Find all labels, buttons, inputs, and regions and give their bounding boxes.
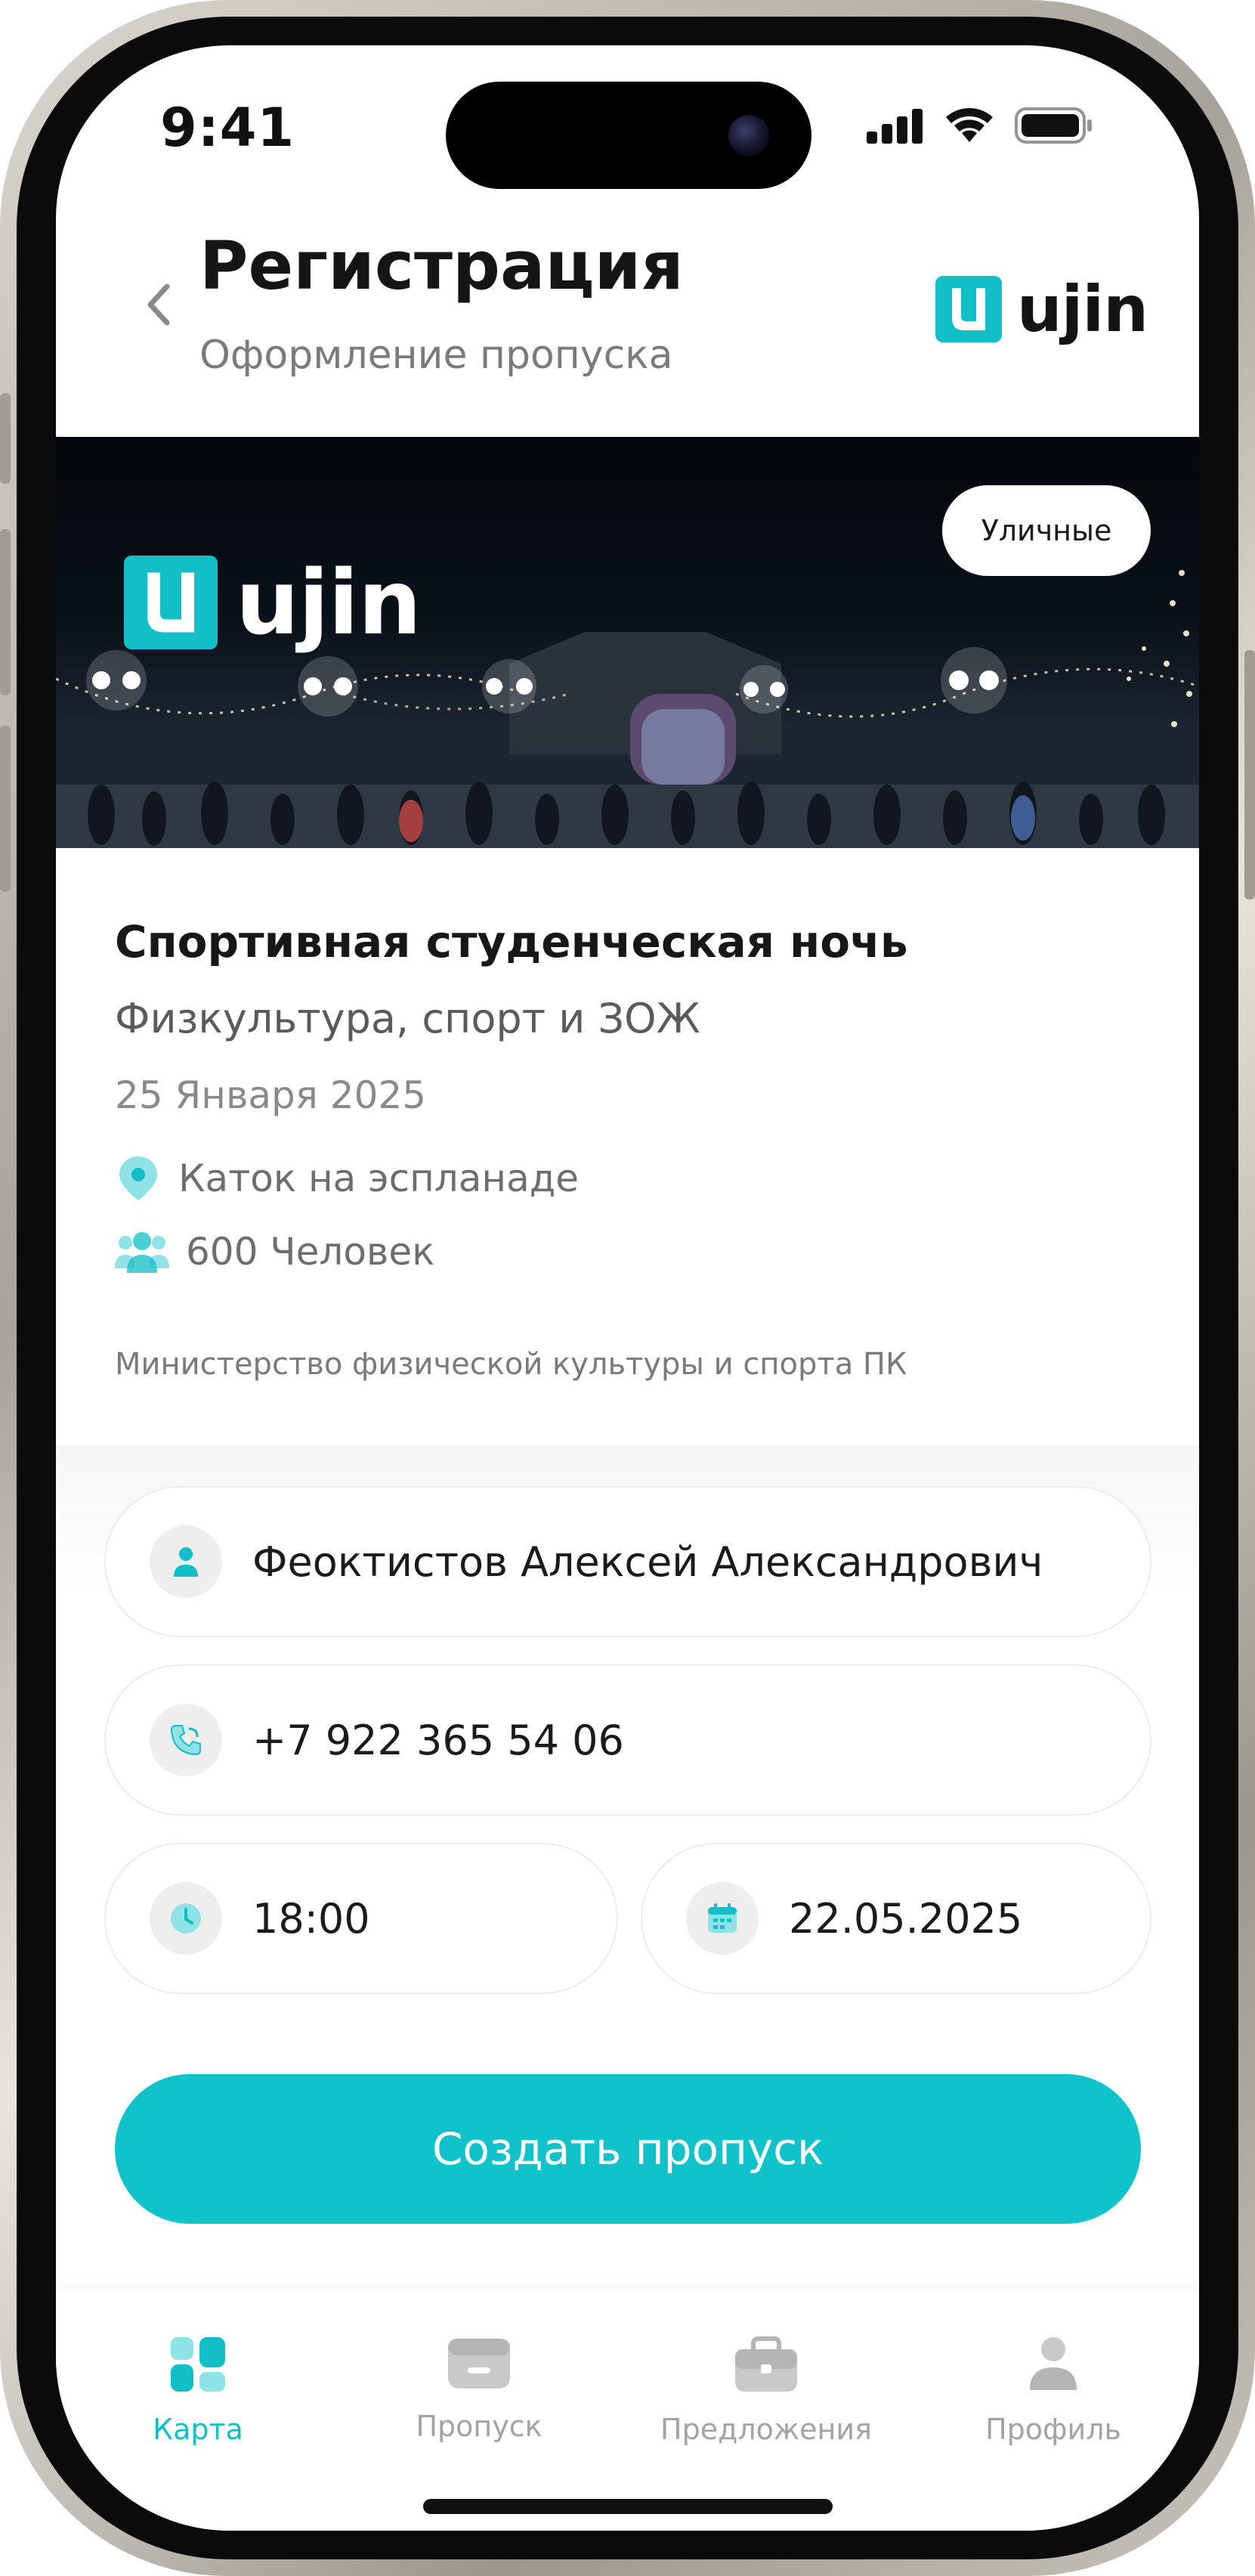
phone-field[interactable]: +7 922 365 54 06 <box>104 1664 1151 1816</box>
tab-pass[interactable]: Пропуск <box>358 2336 600 2443</box>
tab-profile[interactable]: Профиль <box>932 2336 1174 2446</box>
banner-logo-text: ujin <box>236 550 422 655</box>
home-indicator[interactable] <box>423 2499 833 2514</box>
tab-map-label: Карта <box>153 2413 243 2446</box>
logo-mark-icon <box>935 276 1002 342</box>
date-field[interactable]: 22.05.2025 <box>641 1843 1151 1994</box>
page-title: Регистрация <box>199 227 684 305</box>
people-icon <box>115 1232 169 1273</box>
calendar-icon <box>686 1882 759 1955</box>
briefcase-icon <box>735 2336 797 2392</box>
logo-text: ujin <box>1016 272 1148 346</box>
brand-logo: ujin <box>935 272 1148 346</box>
wifi-icon <box>946 107 993 142</box>
event-organizer: Министерство физической культуры и спорт… <box>115 1347 907 1382</box>
event-attendees: 600 Человек <box>115 1229 434 1274</box>
side-button-action <box>0 393 11 484</box>
name-field-value: Феоктистов Алексей Александрович <box>252 1537 1043 1586</box>
location-pin-icon <box>119 1156 157 1200</box>
phone-field-value: +7 922 365 54 06 <box>252 1716 624 1764</box>
date-field-value: 22.05.2025 <box>789 1894 1023 1943</box>
event-date: 25 Января 2025 <box>115 1073 427 1117</box>
phone-frame: 9:41 Регистрация Оформление пропуска uji… <box>0 0 1255 2576</box>
event-attendees-text: 600 Человек <box>186 1230 435 1274</box>
chevron-left-icon <box>147 283 170 326</box>
pass-icon <box>448 2339 510 2389</box>
tab-pass-label: Пропуск <box>416 2410 542 2443</box>
banner-logo: ujin <box>124 550 422 655</box>
time-field[interactable]: 18:00 <box>104 1843 618 1994</box>
name-field[interactable]: Феоктистов Алексей Александрович <box>104 1486 1151 1637</box>
page-subtitle: Оформление пропуска <box>199 333 673 378</box>
side-button-power <box>1244 650 1255 899</box>
tab-profile-label: Профиль <box>985 2413 1121 2446</box>
event-title: Спортивная студенческая ночь <box>115 916 908 968</box>
back-button[interactable] <box>124 271 192 339</box>
category-tag[interactable]: Уличные <box>942 485 1151 576</box>
status-time: 9:41 <box>160 97 295 159</box>
banner-logo-mark-icon <box>124 556 218 649</box>
tab-map[interactable]: Карта <box>77 2336 319 2446</box>
signal-icon <box>867 109 923 144</box>
app-screen: 9:41 Регистрация Оформление пропуска uji… <box>56 45 1199 2531</box>
side-button-volume-down <box>0 726 11 892</box>
event-category: Физкультура, спорт и ЗОЖ <box>115 995 700 1042</box>
profile-icon <box>1030 2337 1077 2390</box>
user-icon <box>150 1525 222 1598</box>
phone-icon <box>150 1704 222 1776</box>
event-banner: ujin Уличные <box>56 437 1199 848</box>
event-location-text: Каток на эспланаде <box>178 1156 580 1200</box>
time-field-value: 18:00 <box>252 1894 370 1943</box>
tab-bar: Карта Пропуск Предложения Профиль <box>56 2290 1199 2531</box>
dynamic-island <box>446 82 811 189</box>
camera-icon <box>728 115 769 156</box>
create-pass-button[interactable]: Создать пропуск <box>115 2074 1141 2224</box>
map-icon <box>171 2337 225 2392</box>
tab-offers[interactable]: Предложения <box>645 2336 887 2446</box>
event-location: Каток на эспланаде <box>115 1153 579 1203</box>
clock-icon <box>150 1882 222 1955</box>
status-icons <box>867 107 1093 144</box>
side-button-volume-up <box>0 529 11 695</box>
tab-offers-label: Предложения <box>660 2413 872 2446</box>
battery-icon <box>1015 107 1092 144</box>
